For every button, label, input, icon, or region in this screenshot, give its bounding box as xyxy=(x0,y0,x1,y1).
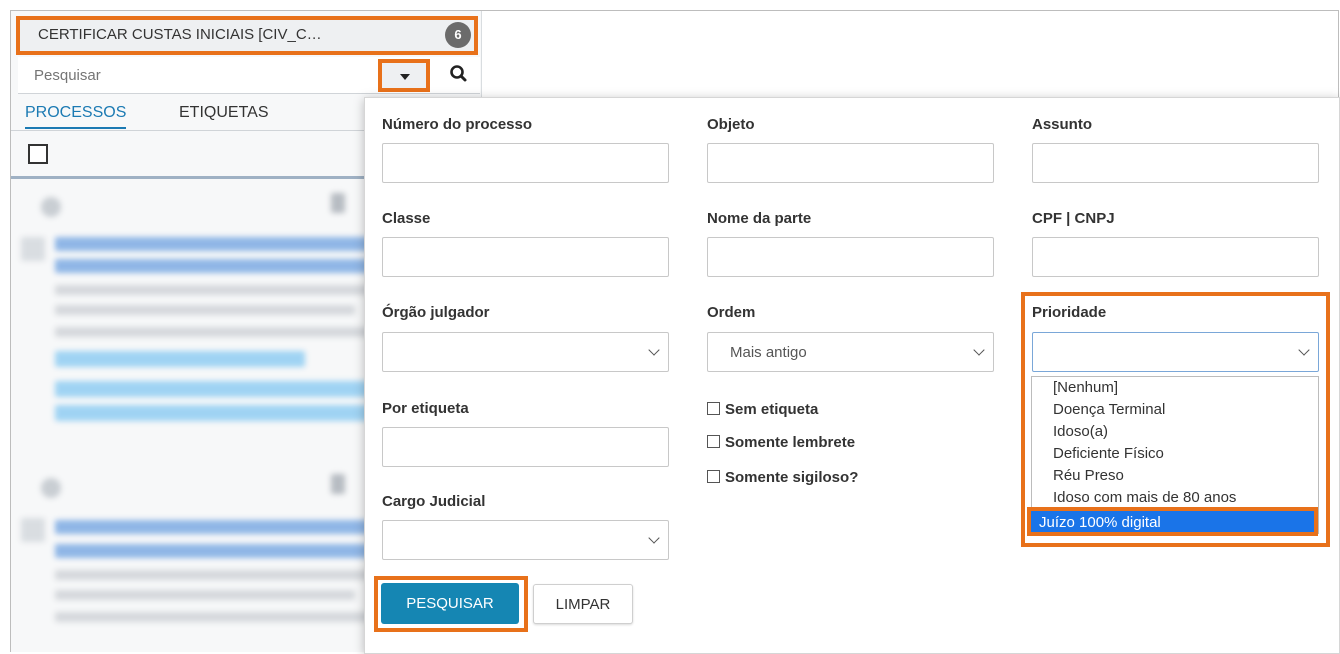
search-input[interactable] xyxy=(18,57,376,93)
task-title: CERTIFICAR CUSTAS INICIAIS [CIV_C… xyxy=(38,26,322,43)
somente-lembrete-label: Somente lembrete xyxy=(725,434,856,451)
task-tab[interactable]: CERTIFICAR CUSTAS INICIAIS [CIV_C… 6 xyxy=(16,16,478,55)
label-classe: Classe xyxy=(382,210,431,227)
label-prioridade: Prioridade xyxy=(1032,304,1107,321)
label-cpf-cnpj: CPF | CNPJ xyxy=(1032,210,1115,227)
option-doenca-terminal[interactable]: Doença Terminal xyxy=(1053,401,1165,418)
checkbox-box[interactable] xyxy=(707,402,720,415)
somente-sigiloso-checkbox[interactable]: Somente sigiloso? xyxy=(707,469,858,486)
chevron-down-icon xyxy=(648,532,660,544)
label-ordem: Ordem xyxy=(707,304,756,321)
ordem-select[interactable]: Mais antigo xyxy=(707,332,994,372)
cpf-cnpj-input[interactable] xyxy=(1032,237,1319,277)
tab-processos[interactable]: PROCESSOS xyxy=(25,104,127,129)
label-assunto: Assunto xyxy=(1032,116,1092,133)
limpar-button[interactable]: LIMPAR xyxy=(533,584,633,624)
numero-processo-input[interactable] xyxy=(382,143,669,183)
search-bar xyxy=(18,57,480,94)
cargo-judicial-select[interactable] xyxy=(382,520,669,560)
caret-down-icon xyxy=(400,74,410,80)
label-numero-processo: Número do processo xyxy=(382,116,533,133)
option-nenhum[interactable]: [Nenhum] xyxy=(1053,379,1118,396)
pesquisar-button[interactable]: PESQUISAR xyxy=(381,583,519,624)
option-reu-preso[interactable]: Réu Preso xyxy=(1053,467,1124,484)
por-etiqueta-input[interactable] xyxy=(382,427,669,467)
objeto-input[interactable] xyxy=(707,143,994,183)
assunto-input[interactable] xyxy=(1032,143,1319,183)
option-idoso-80[interactable]: Idoso com mais de 80 anos xyxy=(1053,489,1236,506)
label-nome-parte: Nome da parte xyxy=(707,210,812,227)
chevron-down-icon xyxy=(648,344,660,356)
search-button[interactable] xyxy=(446,61,472,87)
label-cargo-judicial: Cargo Judicial xyxy=(382,493,486,510)
select-all-checkbox[interactable] xyxy=(28,144,48,164)
chevron-down-icon xyxy=(973,344,985,356)
prioridade-select[interactable] xyxy=(1032,332,1319,372)
option-juizo-digital-label: Juízo 100% digital xyxy=(1039,514,1161,531)
chevron-down-icon xyxy=(1298,344,1310,356)
option-juizo-digital[interactable]: Juízo 100% digital xyxy=(1027,507,1318,536)
somente-lembrete-checkbox[interactable]: Somente lembrete xyxy=(707,434,855,451)
sem-etiqueta-label: Sem etiqueta xyxy=(725,401,819,418)
sem-etiqueta-checkbox[interactable]: Sem etiqueta xyxy=(707,401,818,418)
classe-input[interactable] xyxy=(382,237,669,277)
label-por-etiqueta: Por etiqueta xyxy=(382,400,469,417)
task-count-badge: 6 xyxy=(445,22,471,48)
label-objeto: Objeto xyxy=(707,116,755,133)
search-icon xyxy=(450,65,467,82)
advanced-search-toggle-button[interactable] xyxy=(378,59,430,92)
option-deficiente-fisico[interactable]: Deficiente Físico xyxy=(1053,445,1164,462)
nome-parte-input[interactable] xyxy=(707,237,994,277)
somente-sigiloso-label: Somente sigiloso? xyxy=(725,469,859,486)
checkbox-box[interactable] xyxy=(707,435,720,448)
orgao-julgador-select[interactable] xyxy=(382,332,669,372)
label-orgao-julgador: Órgão julgador xyxy=(382,304,490,321)
checkbox-box[interactable] xyxy=(707,470,720,483)
option-idoso[interactable]: Idoso(a) xyxy=(1053,423,1108,440)
tab-etiquetas[interactable]: ETIQUETAS xyxy=(179,104,269,122)
